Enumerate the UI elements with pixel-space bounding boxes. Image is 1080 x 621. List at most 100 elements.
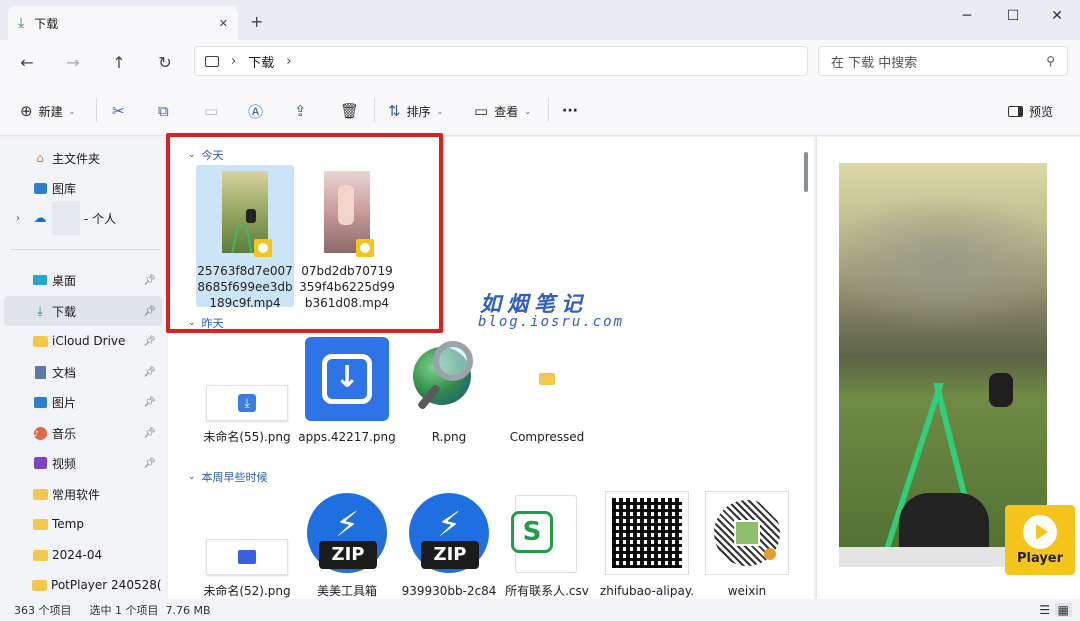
- qr-code-image: [605, 491, 689, 575]
- sidebar-item-gallery[interactable]: 图库: [4, 173, 162, 203]
- maximize-button[interactable]: ☐: [990, 0, 1036, 32]
- sidebar-item-potplayer[interactable]: PotPlayer 240528(1: [4, 570, 162, 600]
- file-item-png-55[interactable]: ⤓ 未命名(55).png: [198, 337, 296, 445]
- file-name: 939930bb-2c84: [401, 584, 497, 598]
- group-header-this-week[interactable]: ⌄ 本周早些时候: [188, 469, 268, 485]
- new-tab-button[interactable]: +: [250, 12, 263, 31]
- cut-button[interactable]: ✂: [112, 100, 125, 122]
- file-item-939930bb-zip[interactable]: ⚡ ZIP 939930bb-2c84: [400, 491, 498, 599]
- sidebar-item-label: 图库: [52, 181, 77, 196]
- sidebar-item-common-software[interactable]: 常用软件: [4, 479, 162, 509]
- file-item-alipay-qr[interactable]: zhifubao-alipay.: [598, 491, 696, 599]
- refresh-button[interactable]: ↻: [150, 48, 180, 76]
- pin-icon[interactable]: 📌︎: [143, 428, 156, 439]
- scrollbar-thumb[interactable]: [804, 152, 808, 192]
- view-label: 查看: [494, 104, 519, 119]
- file-item-weixin-qr[interactable]: weixin: [698, 491, 796, 599]
- chevron-right-icon[interactable]: ›: [231, 54, 236, 69]
- sort-label: 排序: [406, 104, 431, 119]
- address-bar[interactable]: › 下载 ›: [194, 46, 808, 76]
- sidebar-item-temp[interactable]: Temp: [4, 509, 162, 539]
- zip-icon: ⚡ ZIP: [305, 491, 389, 575]
- new-button[interactable]: ⊕ 新建 ⌄: [20, 100, 75, 122]
- sort-icon: ⇅: [388, 102, 401, 120]
- sidebar-item-onedrive[interactable]: › ☁ - 个人: [4, 201, 162, 235]
- tiles-view-icon[interactable]: ▦: [1054, 603, 1072, 617]
- copy-button[interactable]: ⧉: [158, 100, 169, 122]
- zip-label: ZIP: [421, 541, 479, 569]
- paste-button[interactable]: ▭: [204, 100, 218, 122]
- up-button[interactable]: ↑: [104, 48, 134, 76]
- back-button[interactable]: ←: [12, 48, 42, 76]
- search-input[interactable]: 在 下载 中搜索 ⚲: [818, 46, 1068, 76]
- sidebar-item-music[interactable]: ♪ 音乐 📌︎: [4, 418, 162, 448]
- delete-button[interactable]: 🗑︎: [340, 100, 359, 122]
- sidebar-item-label: 2024-04: [52, 548, 103, 562]
- sidebar-item-documents[interactable]: 文档 📌︎: [4, 357, 162, 387]
- qr-code-image: [705, 491, 789, 575]
- download-icon: ⤓: [238, 394, 256, 412]
- file-item-toolbox-zip[interactable]: ⚡ ZIP 美美工具箱: [298, 491, 396, 599]
- copy-icon: ⧉: [158, 102, 169, 120]
- details-view-icon[interactable]: ☰: [1039, 603, 1050, 617]
- minimize-button[interactable]: ─: [944, 0, 990, 32]
- search-icon: ⚲: [1046, 54, 1055, 68]
- pin-icon[interactable]: 📌︎: [143, 397, 156, 408]
- divider: [96, 98, 97, 122]
- forward-button[interactable]: →: [58, 48, 88, 76]
- sidebar-item-icloud[interactable]: iCloud Drive 📌︎: [4, 326, 162, 356]
- sidebar-item-downloads[interactable]: ⤓ 下载 📌︎: [4, 296, 162, 326]
- breadcrumb-downloads[interactable]: 下载: [248, 52, 274, 71]
- pin-icon[interactable]: 📌︎: [143, 458, 156, 469]
- preview-pane-button[interactable]: 预览: [1008, 100, 1053, 122]
- divider: [548, 98, 549, 122]
- file-item-png-52[interactable]: 未命名(52).png: [198, 491, 296, 599]
- sidebar-item-label: 音乐: [52, 426, 77, 441]
- rename-button[interactable]: Ⓐ: [248, 100, 263, 122]
- chevron-right-icon[interactable]: ›: [286, 54, 291, 69]
- file-item-r-png[interactable]: R.png: [400, 337, 498, 445]
- player-label: Player: [1016, 550, 1064, 566]
- sidebar-item-label: PotPlayer 240528(1: [51, 578, 162, 592]
- sidebar-item-videos[interactable]: 视频 📌︎: [4, 448, 162, 478]
- close-button[interactable]: ✕: [1034, 0, 1080, 32]
- command-bar: ⊕ 新建 ⌄ ✂ ⧉ ▭ Ⓐ ⇪ 🗑︎ ⇅ 排序 ⌄ ▭ 查看 ⌄ ··· 预览: [0, 84, 1080, 136]
- sidebar-item-label: 图片: [52, 395, 77, 410]
- globe-search-icon: [407, 337, 491, 421]
- chevron-down-icon: ⌄: [68, 106, 76, 116]
- pin-icon[interactable]: 📌︎: [143, 367, 156, 378]
- zip-icon: ⚡ ZIP: [407, 491, 491, 575]
- pin-icon[interactable]: 📌︎: [143, 336, 156, 347]
- new-label: 新建: [38, 104, 63, 119]
- sidebar-item-label: 视频: [52, 456, 77, 471]
- view-button[interactable]: ▭ 查看 ⌄: [474, 100, 531, 122]
- sidebar-item-pictures[interactable]: 图片 📌︎: [4, 387, 162, 417]
- file-item-contacts-csv[interactable]: S 所有联系人.csv: [498, 491, 596, 599]
- pictures-icon: [32, 395, 48, 409]
- chevron-right-icon[interactable]: ›: [16, 213, 20, 224]
- file-name: Compressed: [509, 430, 585, 444]
- image-thumbnail: [206, 491, 288, 575]
- share-button[interactable]: ⇪: [294, 100, 307, 122]
- download-icon: ⤓: [18, 15, 25, 31]
- folder-item-compressed[interactable]: Compressed: [498, 337, 596, 445]
- tab-close-icon[interactable]: ✕: [219, 17, 228, 30]
- sidebar-item-desktop[interactable]: 桌面 📌︎: [4, 265, 162, 295]
- pin-icon[interactable]: 📌︎: [143, 306, 156, 317]
- file-name: weixin: [727, 584, 767, 598]
- tab-downloads[interactable]: ⤓ 下载 ✕: [8, 6, 238, 40]
- tab-title: 下载: [34, 16, 59, 31]
- sidebar-item-home[interactable]: ⌂ 主文件夹: [4, 143, 162, 173]
- preview-label: 预览: [1029, 104, 1054, 119]
- file-name: apps.42217.png: [298, 430, 396, 444]
- sort-button[interactable]: ⇅ 排序 ⌄: [388, 100, 443, 122]
- sidebar-item-2024-04[interactable]: 2024-04: [4, 540, 162, 570]
- file-item-apps-png[interactable]: ↓ apps.42217.png: [298, 337, 396, 445]
- pin-icon[interactable]: 📌︎: [143, 275, 156, 286]
- highlight-box: [166, 133, 443, 333]
- more-button[interactable]: ···: [562, 100, 578, 122]
- music-icon: ♪: [32, 426, 48, 440]
- toolbox-icon: [238, 550, 256, 564]
- gallery-icon: [32, 181, 48, 195]
- selection-info: 选中 1 个项目 7.76 MB: [89, 604, 211, 617]
